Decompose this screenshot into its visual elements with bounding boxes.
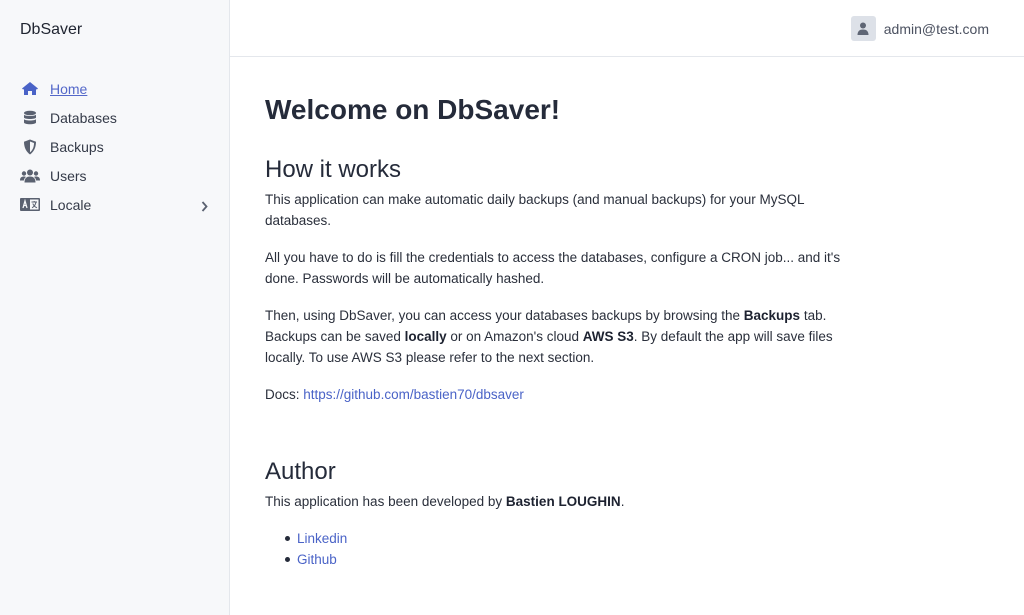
linkedin-link[interactable]: Linkedin <box>297 531 347 546</box>
backups-emphasis: Backups <box>743 308 801 323</box>
list-item: Github <box>285 549 855 570</box>
sidebar-item-databases[interactable]: Databases <box>0 103 230 132</box>
shield-icon <box>20 139 40 155</box>
how-it-works-heading: How it works <box>265 156 402 183</box>
user-email: admin@test.com <box>883 20 989 37</box>
sidebar-nav: Home Databases Backups Users Locale <box>0 74 230 219</box>
user-menu[interactable]: admin@test.com <box>850 16 989 41</box>
sidebar-item-locale[interactable]: Locale <box>0 190 230 219</box>
user-icon <box>857 22 869 35</box>
language-icon <box>20 197 40 213</box>
users-icon <box>20 168 40 184</box>
aws-s3-emphasis: AWS S3 <box>582 329 634 344</box>
storage-paragraph: Then, using DbSaver, you can access your… <box>265 308 833 365</box>
avatar <box>850 16 876 41</box>
sidebar-item-home[interactable]: Home <box>0 74 230 103</box>
chevron-right-icon <box>201 199 208 217</box>
author-heading: Author <box>265 458 336 485</box>
home-icon <box>20 81 40 97</box>
main-content: Welcome on DbSaver! How it works This ap… <box>265 92 855 570</box>
sidebar-item-label: Users <box>50 167 87 184</box>
sidebar-item-label: Backups <box>50 138 104 155</box>
top-bar: admin@test.com <box>230 0 1024 57</box>
github-link[interactable]: Github <box>297 552 337 567</box>
intro-paragraph: This application can make automatic dail… <box>265 192 805 228</box>
sidebar-item-label: Locale <box>50 196 92 213</box>
sidebar-item-backups[interactable]: Backups <box>0 132 230 161</box>
author-paragraph: This application has been developed by B… <box>265 494 625 509</box>
docs-paragraph: Docs: https://github.com/bastien70/dbsav… <box>265 387 524 402</box>
database-icon <box>20 110 40 126</box>
sidebar-item-label: Databases <box>50 109 117 126</box>
brand-title[interactable]: DbSaver <box>20 21 82 39</box>
setup-paragraph: All you have to do is fill the credentia… <box>265 250 841 286</box>
page-title: Welcome on DbSaver! <box>265 94 561 125</box>
author-links-list: Linkedin Github <box>285 528 855 570</box>
author-name: Bastien LOUGHIN <box>505 494 621 509</box>
docs-link[interactable]: https://github.com/bastien70/dbsaver <box>303 387 524 402</box>
list-item: Linkedin <box>285 528 855 549</box>
locally-emphasis: locally <box>404 329 447 344</box>
sidebar-item-users[interactable]: Users <box>0 161 230 190</box>
sidebar-item-label: Home <box>50 80 88 97</box>
sidebar: DbSaver Home Databases Backups Users Loc… <box>0 0 230 615</box>
